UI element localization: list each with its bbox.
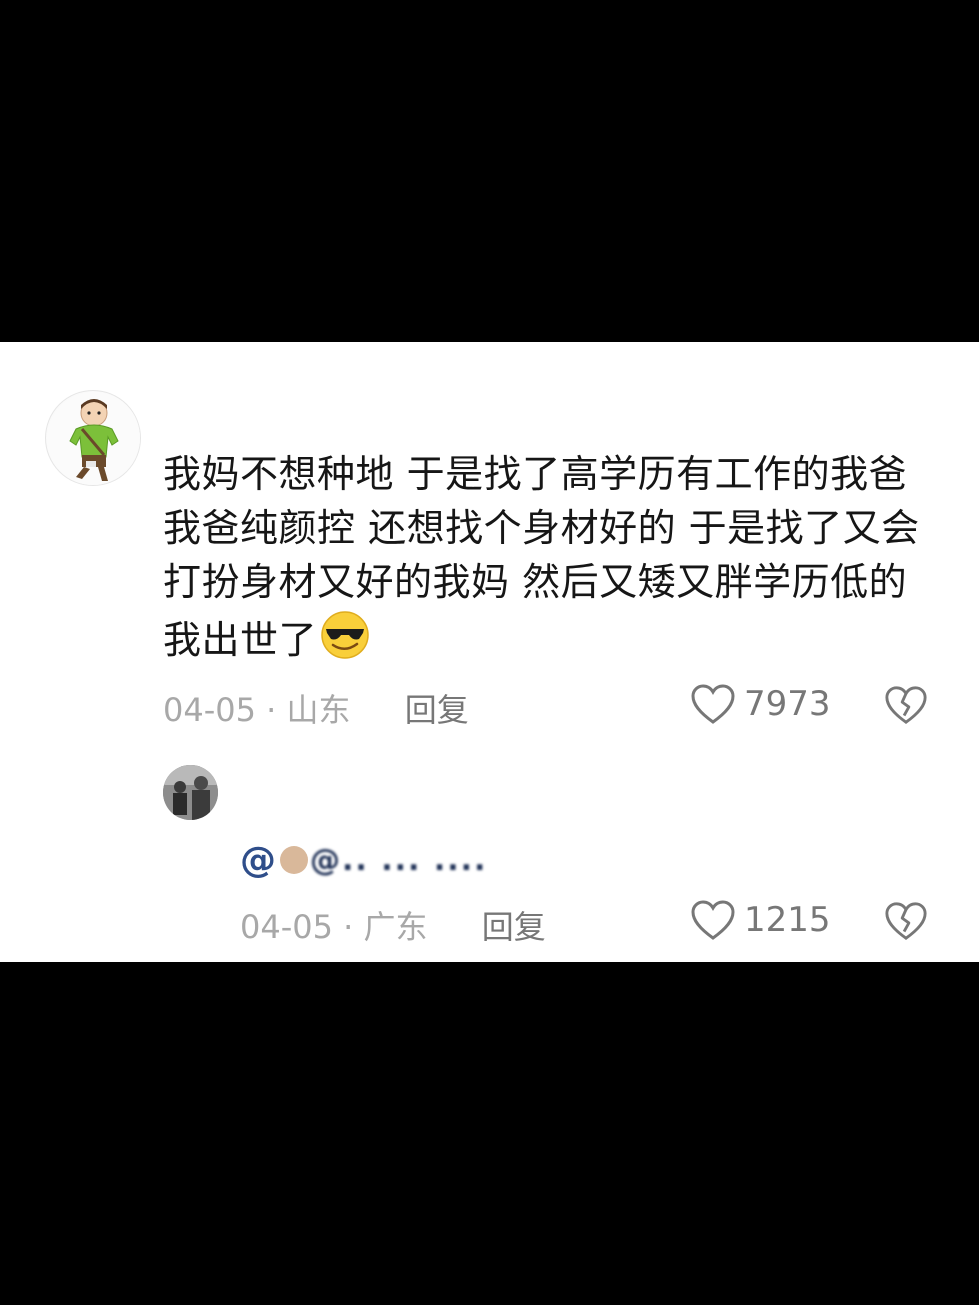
meta-separator: · [343,908,354,946]
commenter-avatar[interactable] [45,390,141,486]
comment-date: 04-05 [163,691,256,729]
comment-text: 我妈不想种地 于是找了高学历有工作的我爸 我爸纯颜控 还想找个身材好的 于是找了… [163,452,920,662]
comment-body: 我妈不想种地 于是找了高学历有工作的我爸 我爸纯颜控 还想找个身材好的 于是找了… [163,447,933,667]
reply-avatar[interactable] [163,765,218,820]
broken-heart-icon [885,902,927,940]
reply-date: 04-05 [240,908,333,946]
dislike-button[interactable] [884,684,928,730]
meta-separator: · [266,691,277,729]
reply-body: @ @.. ... .... [240,838,487,882]
reply-like-count: 1215 [744,900,831,940]
mention-at-icon: @ [240,839,276,881]
bottom-letterbox [0,962,979,1305]
top-letterbox [0,0,979,342]
sunglasses-emoji-icon [319,609,371,661]
heart-outline-icon [691,900,735,940]
comment-location: 山东 [286,691,351,729]
reply-meta: 04-05 · 广东 回复 [240,902,546,948]
reply-dislike-button[interactable] [884,900,928,946]
mention-text[interactable]: @.. ... .... [310,843,487,878]
reply-reply-button[interactable]: 回复 [482,908,546,946]
comment-meta: 04-05 · 山东 回复 [163,685,469,731]
reply-button[interactable]: 回复 [405,691,469,729]
heart-outline-icon [691,684,735,724]
broken-heart-icon [885,686,927,724]
reply-location: 广东 [363,908,428,946]
reply-username[interactable]: ㅤ [240,772,268,816]
comment-panel: 我妈不想种地 于是找了高学历有工作的我爸 我爸纯颜控 还想找个身材好的 于是找了… [0,342,979,962]
mention-avatar [280,846,308,874]
reply-like-button[interactable]: 1215 [690,899,831,941]
like-count: 7973 [744,684,831,724]
like-button[interactable]: 7973 [690,683,831,725]
